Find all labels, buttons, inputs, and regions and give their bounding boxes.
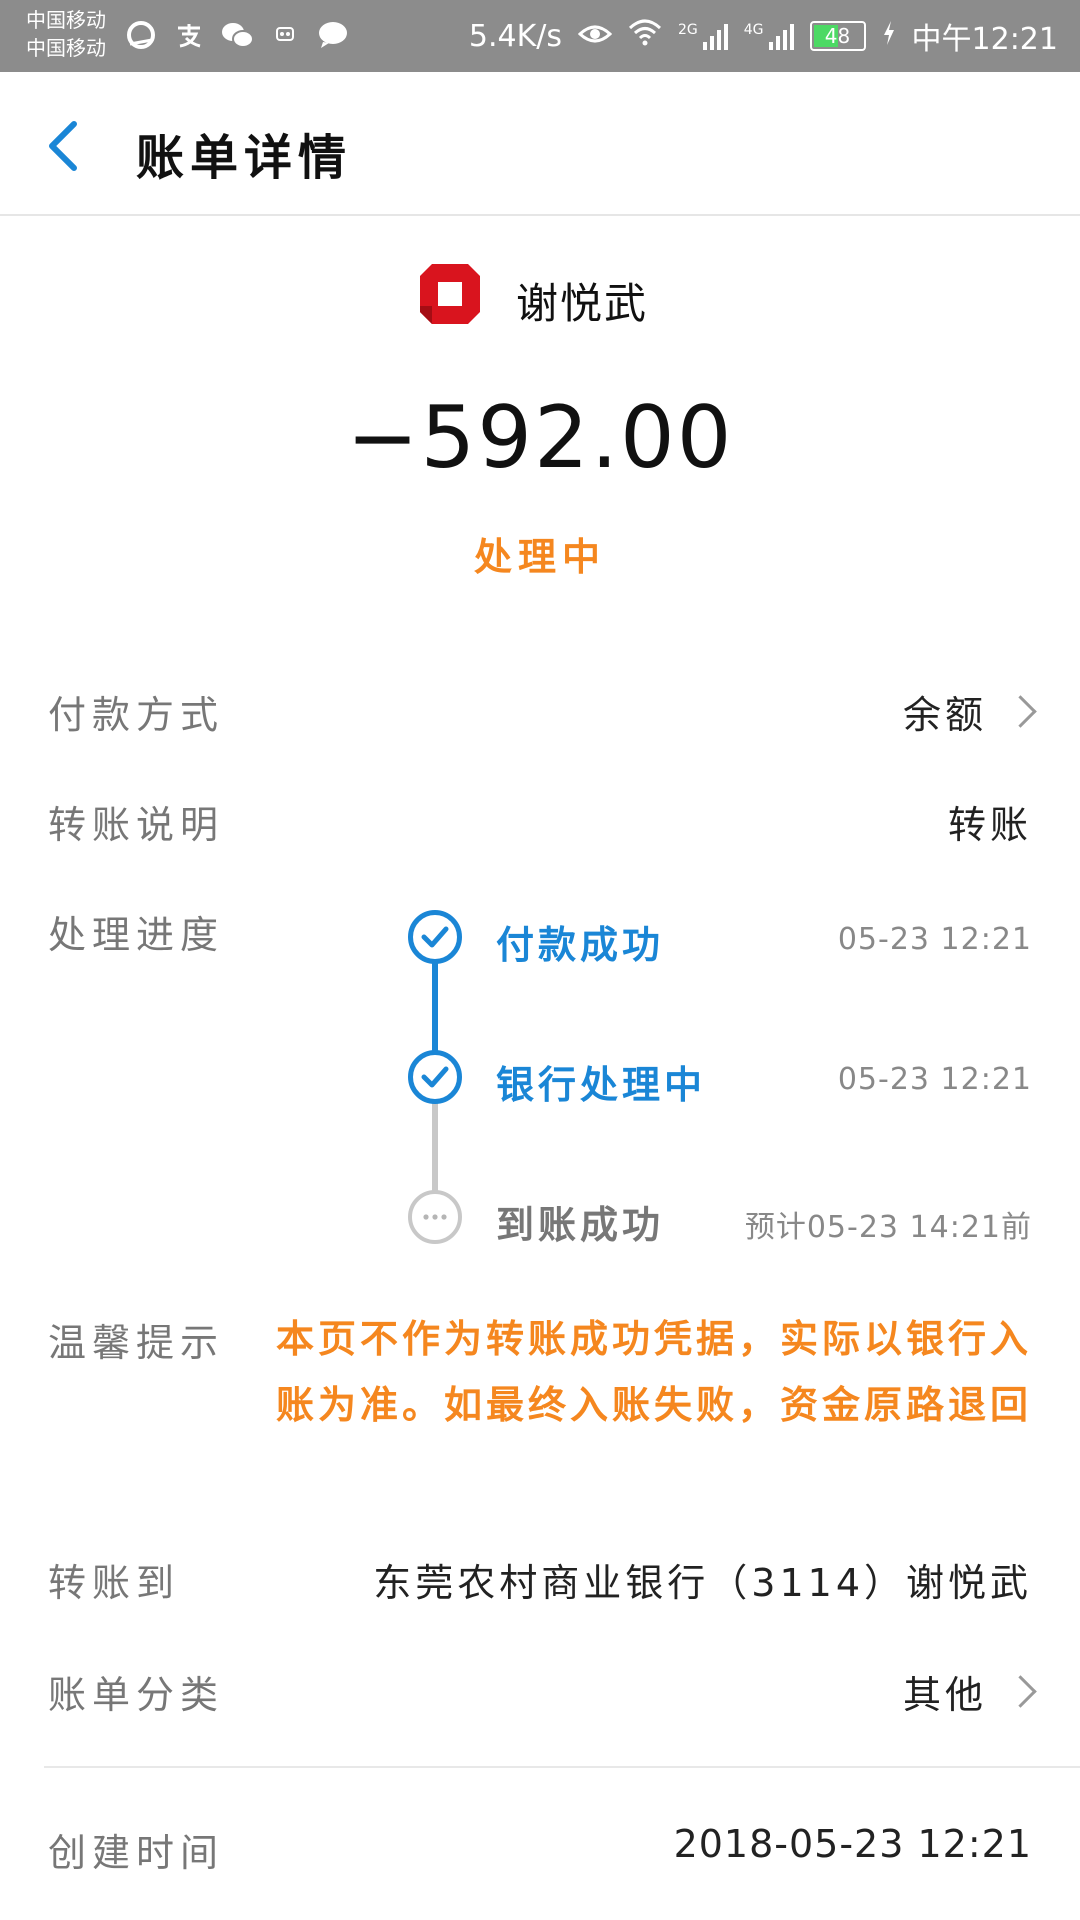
bank-logo-icon xyxy=(420,264,480,324)
signal-4g-label: 4G xyxy=(743,22,764,38)
charging-icon xyxy=(882,19,896,54)
carrier-2: 中国移动 xyxy=(26,36,106,60)
category-label: 账单分类 xyxy=(48,1673,225,1717)
timeline-line-pending xyxy=(432,1100,438,1196)
status-bar: 中国移动 中国移动 5.4K/s 2G 4G 48 中午12:21 xyxy=(0,0,1080,72)
created-value: 2018-05-23 12:21 xyxy=(673,1822,1032,1866)
timeline-time-2: 05-23 12:21 xyxy=(837,1062,1032,1097)
eye-icon xyxy=(577,19,613,54)
transfer-to-value: 东莞农村商业银行（3114）谢悦武 xyxy=(373,1561,1032,1605)
transfer-to-label: 转账到 xyxy=(48,1561,181,1605)
payment-method-label: 付款方式 xyxy=(48,693,225,737)
timeline-line-done xyxy=(432,960,438,1060)
tip-label: 温馨提示 xyxy=(48,1321,225,1365)
payee-name: 谢悦武 xyxy=(516,279,649,328)
clock: 中午12:21 xyxy=(911,22,1058,57)
transaction-status: 处理中 xyxy=(473,535,606,579)
transfer-note-value: 转账 xyxy=(947,803,1032,847)
chevron-right-icon xyxy=(1004,1675,1037,1708)
app-icon xyxy=(268,20,302,50)
battery-icon: 48 xyxy=(809,21,866,51)
signal-4g-icon: 4G xyxy=(744,22,794,50)
progress-label: 处理进度 xyxy=(48,913,225,957)
category-value: 其他 xyxy=(902,1673,987,1717)
timeline-check-icon xyxy=(408,910,462,964)
timeline-check-icon xyxy=(408,1050,462,1104)
transfer-note-label: 转账说明 xyxy=(48,803,225,847)
alipay-icon xyxy=(172,20,206,50)
back-arrow-icon xyxy=(49,121,77,171)
notification-icons xyxy=(124,20,350,50)
message-icon xyxy=(316,20,350,50)
timeline-step-3: 到账成功 xyxy=(496,1203,665,1247)
carrier-1: 中国移动 xyxy=(26,8,106,32)
network-speed: 5.4K/s xyxy=(468,18,562,54)
timeline-step-1: 付款成功 xyxy=(496,923,665,967)
wifi-icon xyxy=(628,18,662,54)
transaction-amount: −592.00 xyxy=(346,388,734,488)
timeline-time-1: 05-23 12:21 xyxy=(837,922,1032,957)
browser-icon xyxy=(124,20,158,50)
timeline-step-2: 银行处理中 xyxy=(496,1063,707,1107)
timeline-time-3: 预计05-23 14:21前 xyxy=(744,1210,1032,1245)
divider xyxy=(44,1766,1080,1768)
timeline-pending-icon xyxy=(408,1190,462,1244)
tip-text: 本页不作为转账成功凭据，实际以银行入账为准。如最终入账失败，资金原路退回 xyxy=(275,1317,1032,1427)
payment-method-row[interactable]: 余额 xyxy=(902,684,1037,739)
signal-2g-label: 2G xyxy=(678,22,698,38)
carrier-labels: 中国移动 中国移动 xyxy=(26,6,106,62)
signal-2g-icon: 2G xyxy=(678,22,728,50)
back-button[interactable] xyxy=(40,118,90,174)
chevron-right-icon xyxy=(1004,695,1037,728)
category-row[interactable]: 其他 xyxy=(902,1664,1037,1719)
created-label: 创建时间 xyxy=(48,1831,225,1875)
battery-level: 48 xyxy=(824,24,851,48)
payee: 谢悦武 xyxy=(0,262,1080,332)
app-header: 账单详情 xyxy=(0,72,1080,216)
status-indicators: 5.4K/s 2G 4G 48 中午12:21 xyxy=(469,0,1058,72)
page-title: 账单详情 xyxy=(136,130,353,186)
payment-method-value: 余额 xyxy=(902,693,987,737)
wechat-icon xyxy=(220,20,254,50)
